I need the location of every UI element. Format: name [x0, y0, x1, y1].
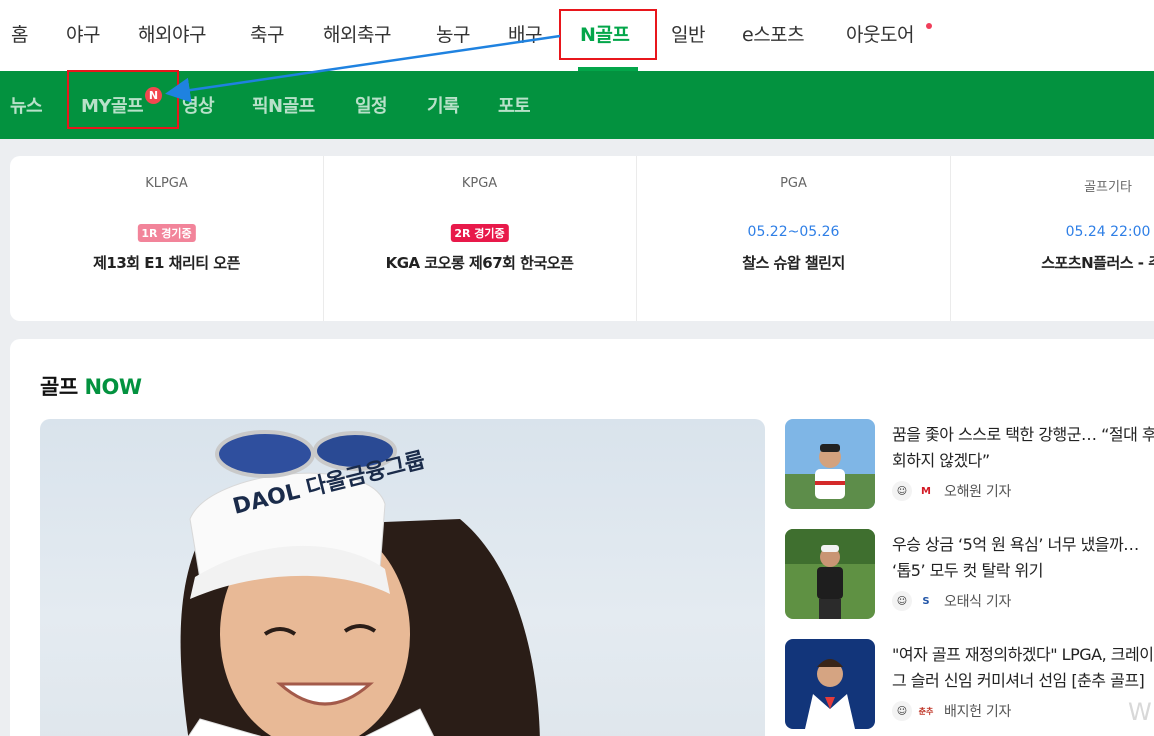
press-logo-icon: 춘추 [916, 701, 936, 721]
league-name: KLPGA [145, 176, 188, 191]
press-logo-icon: S [916, 591, 936, 611]
news-headline[interactable]: "여자 골프 재정의하겠다" LPGA, 크레이그 슬러 신임 커미셔너 선임 … [892, 642, 1154, 694]
press-logo-icon: M [916, 481, 936, 501]
status-badge: 1R 경기중 [137, 224, 196, 242]
news-item[interactable]: 꿈을 좇아 스스로 택한 강행군… “절대 후회하지 않겠다” ☺ M 오해원 … [785, 419, 1154, 509]
reporter-name[interactable]: 오태식 기자 [944, 591, 1011, 611]
press-info: ☺ 춘추 배지헌 기자 [892, 700, 1011, 722]
tournament-title: 제13회 E1 채리티 오픈 [93, 254, 240, 272]
league-name: 골프기타 [1084, 180, 1132, 195]
news-item[interactable]: 우승 상금 ‘5억 원 욕심’ 너무 냈을까… ‘톱5’ 모두 컷 탈락 위기 … [785, 529, 1154, 619]
news-item[interactable]: "여자 골프 재정의하겠다" LPGA, 크레이그 슬러 신임 커미셔너 선임 … [785, 639, 1154, 729]
reporter-name[interactable]: 배지헌 기자 [944, 701, 1011, 721]
section-title-prefix: 골프 [40, 375, 78, 399]
reporter-avatar-icon: ☺ [892, 701, 912, 721]
press-info: ☺ S 오태식 기자 [892, 590, 1011, 612]
news-headline[interactable]: 꿈을 좇아 스스로 택한 강행군… “절대 후회하지 않겠다” [892, 422, 1154, 474]
section-title: 골프 NOW [40, 371, 142, 401]
schedule-card[interactable]: KLPGA 1R 경기중 제13회 E1 채리티 오픈 [10, 156, 324, 321]
schedule-card[interactable]: PGA 05.22~05.26 찰스 슈왑 챌린지 [637, 156, 951, 321]
league-name: KPGA [461, 176, 498, 191]
tournament-title: 스포츠N플러스 - 주말 [1041, 254, 1154, 272]
news-thumbnail[interactable] [785, 529, 875, 619]
tournament-date: 05.22~05.26 [747, 224, 840, 240]
hero-photo[interactable]: DAOL 다올금융그룹 [40, 419, 765, 736]
annotation-arrow [165, 34, 561, 103]
tournament-title: KGA 코오롱 제67회 한국오픈 [385, 254, 574, 272]
status-badge: 2R 경기중 [450, 224, 509, 242]
news-thumbnail[interactable] [785, 419, 875, 509]
reporter-name[interactable]: 오해원 기자 [944, 481, 1011, 501]
league-name: PGA [780, 176, 807, 191]
schedule-strip: KLPGA 1R 경기중 제13회 E1 채리티 오픈 KPGA 2R 경기중 … [10, 156, 1154, 321]
tournament-title: 찰스 슈왑 챌린지 [742, 254, 845, 272]
section-title-accent: NOW [84, 375, 142, 399]
schedule-card[interactable]: 골프기타 05.24 22:00 스포츠N플러스 - 주말 [951, 156, 1154, 321]
news-headline[interactable]: 우승 상금 ‘5억 원 욕심’ 너무 냈을까… ‘톱5’ 모두 컷 탈락 위기 [892, 532, 1154, 584]
golfer-photo-illustration: DAOL 다올금융그룹 [180, 430, 540, 736]
news-thumbnail[interactable] [785, 639, 875, 729]
reporter-avatar-icon: ☺ [892, 591, 912, 611]
watermark: W [1128, 698, 1152, 726]
schedule-card[interactable]: KPGA 2R 경기중 KGA 코오롱 제67회 한국오픈 [323, 156, 637, 321]
press-info: ☺ M 오해원 기자 [892, 480, 1011, 502]
reporter-avatar-icon: ☺ [892, 481, 912, 501]
tournament-date: 05.24 22:00 [1065, 224, 1151, 240]
